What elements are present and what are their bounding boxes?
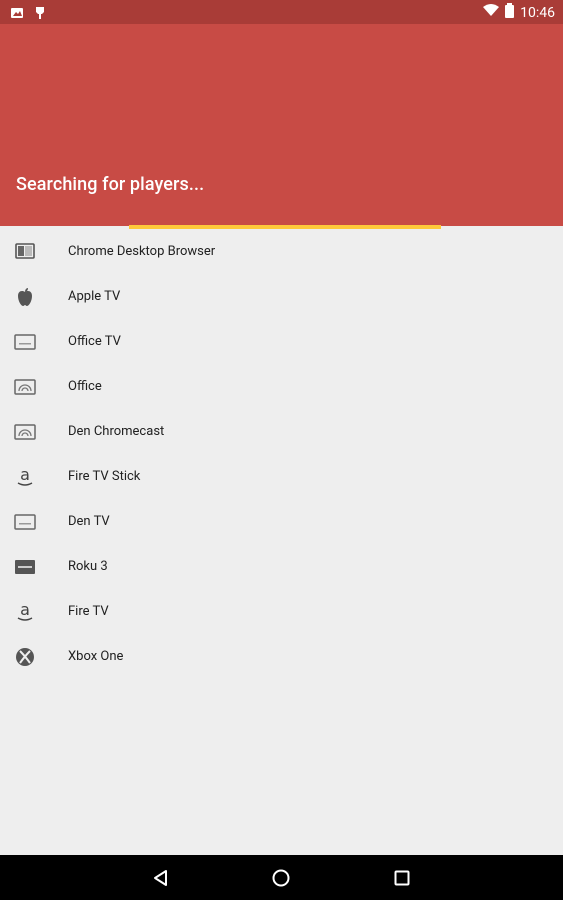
page-title: Searching for players... <box>16 174 205 195</box>
roku-icon <box>14 556 36 578</box>
list-item[interactable]: Den TV <box>0 499 563 544</box>
list-item[interactable]: Den Chromecast <box>0 409 563 454</box>
apple-icon <box>14 286 36 308</box>
list-item[interactable]: a Fire TV Stick <box>0 454 563 499</box>
list-item-label: Apple TV <box>68 289 121 304</box>
list-item[interactable]: Xbox One <box>0 634 563 679</box>
list-item[interactable]: a Fire TV <box>0 589 563 634</box>
svg-text:a: a <box>20 466 30 484</box>
list-item-label: Den TV <box>68 514 110 529</box>
recents-button[interactable] <box>389 865 415 891</box>
list-item[interactable]: Apple TV <box>0 274 563 319</box>
wifi-icon <box>483 4 500 21</box>
clock: 10:46 <box>520 4 555 21</box>
status-bar: 10:46 <box>0 0 563 24</box>
cast-icon <box>14 376 36 398</box>
amazon-icon: a <box>14 601 36 623</box>
back-button[interactable] <box>148 865 174 891</box>
cast-icon <box>14 421 36 443</box>
list-item[interactable]: Chrome Desktop Browser <box>0 229 563 274</box>
list-item[interactable]: Roku 3 <box>0 544 563 589</box>
list-item-label: Office TV <box>68 334 121 349</box>
app-header: Searching for players... <box>0 24 563 226</box>
svg-text:a: a <box>20 601 30 619</box>
list-item-label: Chrome Desktop Browser <box>68 244 216 259</box>
monitor-icon <box>14 241 36 263</box>
list-item[interactable]: Office <box>0 364 563 409</box>
list-item[interactable]: Office TV <box>0 319 563 364</box>
amazon-icon: a <box>14 466 36 488</box>
list-item-label: Office <box>68 379 102 394</box>
player-list: Chrome Desktop Browser Apple TV Office T… <box>0 229 563 679</box>
photo-notification-icon <box>10 5 24 24</box>
list-item-label: Roku 3 <box>68 559 108 574</box>
tv-icon <box>14 331 36 353</box>
list-item-label: Fire TV Stick <box>68 469 141 484</box>
pin-notification-icon <box>34 5 46 24</box>
tv-icon <box>14 511 36 533</box>
list-item-label: Fire TV <box>68 604 109 619</box>
battery-icon <box>505 3 515 22</box>
home-button[interactable] <box>268 865 294 891</box>
xbox-icon <box>14 646 36 668</box>
list-item-label: Xbox One <box>68 649 124 664</box>
list-item-label: Den Chromecast <box>68 424 165 439</box>
system-nav-bar <box>0 855 563 900</box>
